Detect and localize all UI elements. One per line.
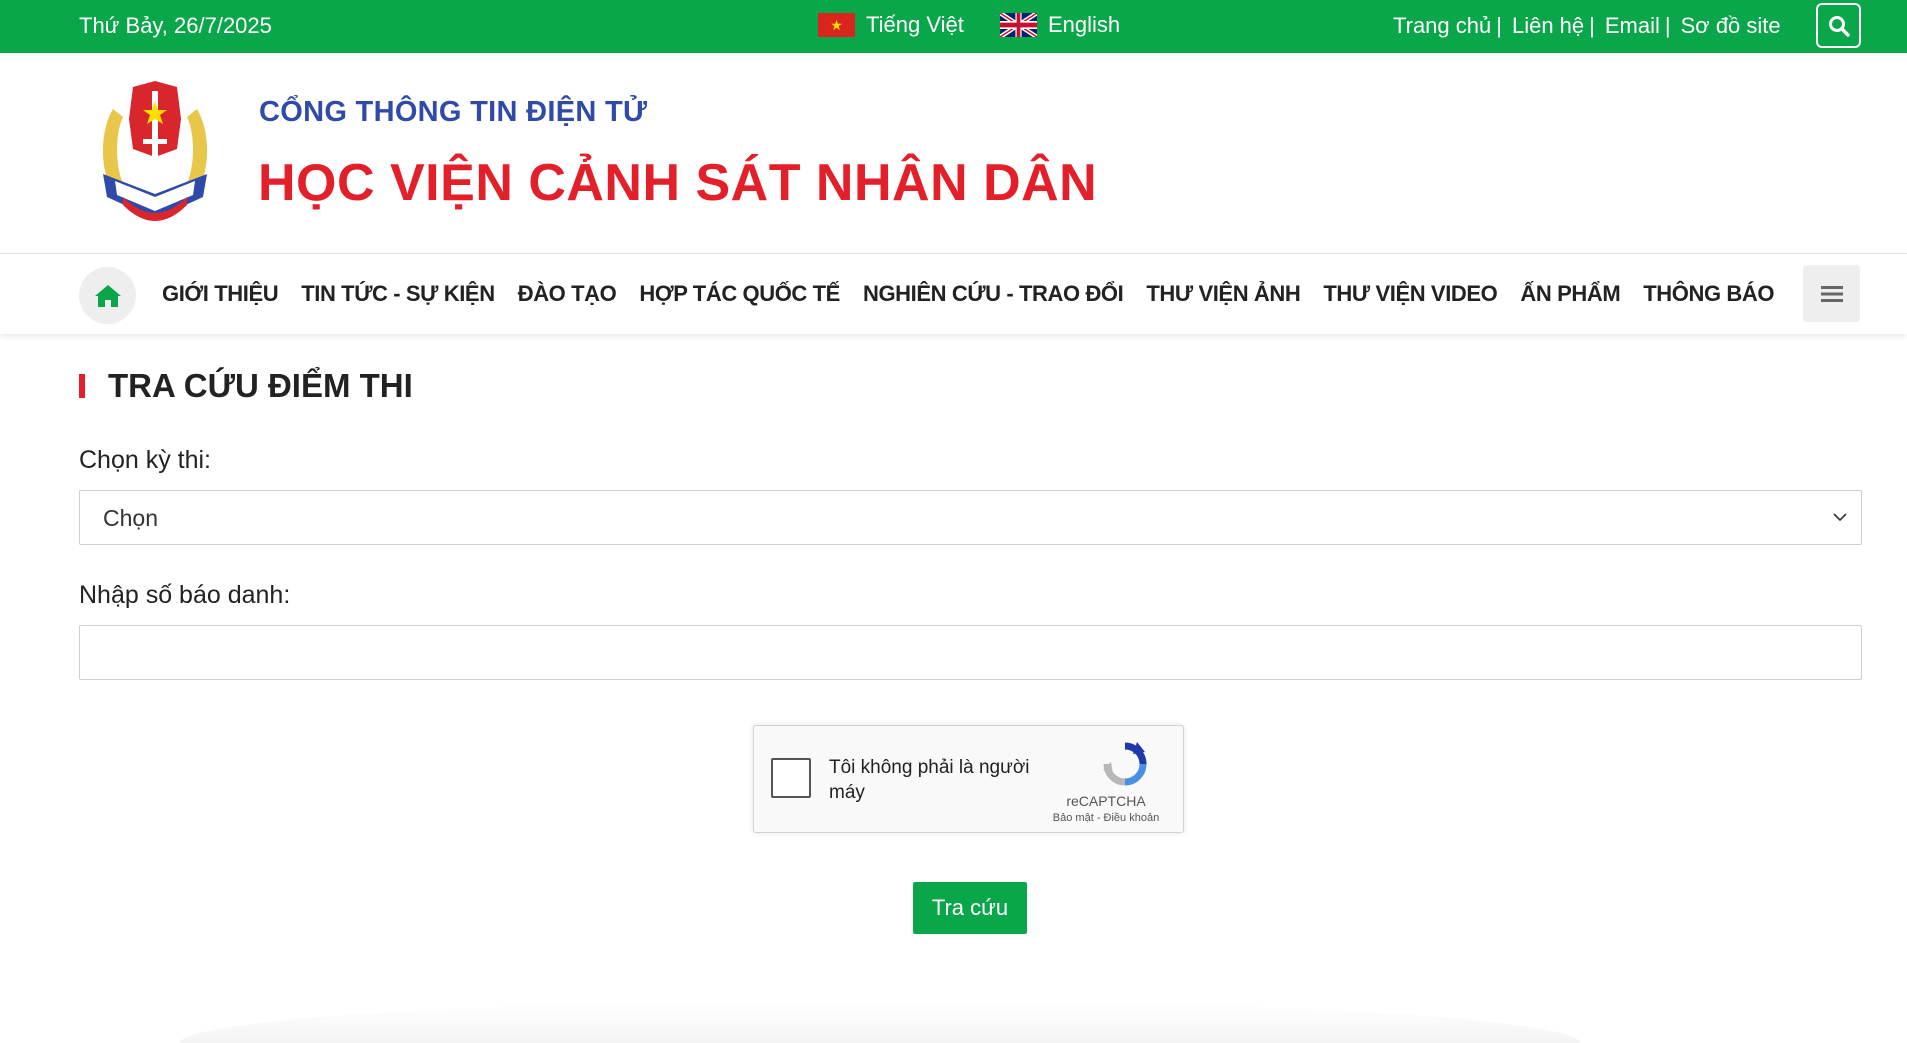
candidate-number-field-wrapper	[79, 625, 1862, 680]
nav-item-video-library[interactable]: THƯ VIỆN VIDEO	[1323, 281, 1497, 307]
hamburger-menu-icon	[1820, 285, 1843, 302]
footer-shadow	[180, 1000, 1580, 1043]
recaptcha-icon	[1103, 742, 1147, 786]
top-bar: Thứ Bảy, 26/7/2025 ★ Tiếng Việt English …	[0, 0, 1907, 53]
site-subtitle: CỔNG THÔNG TIN ĐIỆN TỬ	[259, 96, 648, 128]
candidate-number-label: Nhập số báo danh:	[79, 581, 291, 609]
link-separator: |	[1589, 13, 1595, 38]
uk-flag-icon	[1000, 13, 1037, 37]
recaptcha-checkbox[interactable]	[771, 758, 811, 798]
page-title: TRA CỨU ĐIỂM THI	[79, 366, 413, 406]
page-title-text: TRA CỨU ĐIỂM THI	[108, 367, 413, 404]
top-links: Trang chủ | Liên hệ | Email | Sơ đồ site	[1393, 13, 1781, 39]
link-separator: |	[1496, 13, 1502, 38]
home-icon	[94, 284, 121, 307]
nav-item-research[interactable]: NGHIÊN CỨU - TRAO ĐỔI	[863, 281, 1124, 307]
search-submit-button[interactable]: Tra cứu	[913, 882, 1027, 934]
search-button[interactable]	[1816, 3, 1861, 48]
vietnam-flag-icon: ★	[818, 13, 855, 37]
exam-select-label: Chọn kỳ thi:	[79, 446, 212, 474]
email-link[interactable]: Email	[1605, 13, 1660, 39]
recaptcha-widget: Tôi không phải là người máy reCAPTCHA Bả…	[753, 725, 1184, 833]
sitemap-link[interactable]: Sơ đồ site	[1681, 13, 1781, 39]
nav-item-training[interactable]: ĐÀO TẠO	[518, 281, 617, 307]
site-header: CỔNG THÔNG TIN ĐIỆN TỬ HỌC VIỆN CẢNH SÁT…	[0, 53, 1907, 254]
recaptcha-terms-link[interactable]: Bảo mật - Điều khoản	[1036, 812, 1176, 824]
nav-item-international-cooperation[interactable]: HỢP TÁC QUỐC TẾ	[639, 281, 840, 307]
menu-button[interactable]	[1803, 265, 1860, 322]
nav-item-publications[interactable]: ẤN PHẨM	[1520, 281, 1620, 307]
language-vietnamese-link[interactable]: ★ Tiếng Việt	[818, 12, 964, 38]
exam-select[interactable]: Chọn	[79, 490, 1862, 545]
link-separator: |	[1664, 13, 1671, 38]
candidate-number-input[interactable]	[80, 626, 1861, 679]
language-english-link[interactable]: English	[1000, 12, 1120, 38]
search-icon	[1828, 15, 1850, 37]
nav-item-announcements[interactable]: THÔNG BÁO	[1643, 281, 1774, 307]
nav-item-news-events[interactable]: TIN TỨC - SỰ KIỆN	[301, 281, 495, 307]
current-date: Thứ Bảy, 26/7/2025	[79, 13, 272, 38]
chevron-down-icon	[1833, 513, 1847, 522]
home-link[interactable]: Trang chủ	[1393, 13, 1491, 39]
site-title[interactable]: HỌC VIỆN CẢNH SÁT NHÂN DÂN	[258, 153, 1097, 213]
main-navigation: GIỚI THIỆU TIN TỨC - SỰ KIỆN ĐÀO TẠO HỢP…	[0, 254, 1907, 334]
nav-menu: GIỚI THIỆU TIN TỨC - SỰ KIỆN ĐÀO TẠO HỢP…	[162, 281, 1797, 307]
home-button[interactable]	[79, 267, 136, 324]
academy-logo[interactable]	[93, 79, 217, 224]
contact-link[interactable]: Liên hệ	[1512, 13, 1584, 39]
recaptcha-brand: reCAPTCHA	[1066, 793, 1146, 809]
nav-item-introduction[interactable]: GIỚI THIỆU	[162, 281, 279, 307]
recaptcha-label: Tôi không phải là người máy	[829, 757, 1030, 803]
language-label: English	[1048, 12, 1121, 37]
language-label: Tiếng Việt	[866, 12, 964, 37]
exam-select-value: Chọn	[103, 505, 158, 531]
nav-item-photo-library[interactable]: THƯ VIỆN ẢNH	[1146, 281, 1300, 307]
title-accent-bar	[79, 374, 85, 398]
